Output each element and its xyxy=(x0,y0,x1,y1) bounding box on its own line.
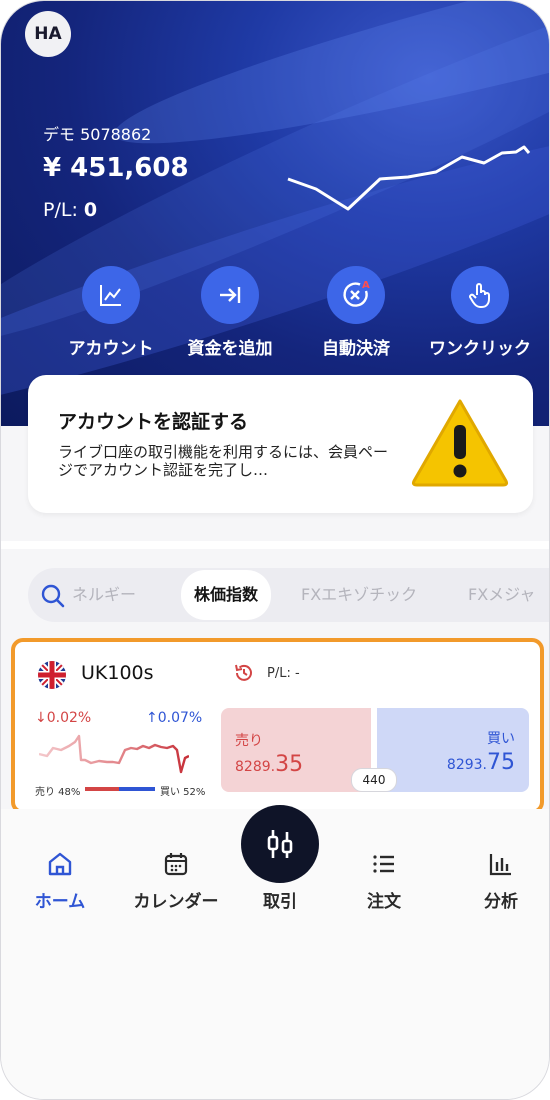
equity-sparkline xyxy=(287,145,531,211)
history-icon xyxy=(235,664,252,681)
category-tabs: ネルギー 株価指数 FXエキゾチック FXメジャ xyxy=(28,568,549,622)
verify-account-card[interactable]: アカウントを認証する ライブ口座の取引機能を利用するには、会員ページでアカウント… xyxy=(28,375,533,513)
tab-indices[interactable]: 株価指数 xyxy=(181,570,272,620)
bottom-nav: ホーム カレンダー 取引 注文 分析 xyxy=(1,805,549,1099)
verify-description: ライブ口座の取引機能を利用するには、会員ページでアカウント認証を完了し… xyxy=(58,443,389,479)
change-down: ↓0.02% xyxy=(35,710,92,726)
add-funds-button[interactable]: 資金を追加 xyxy=(160,266,300,359)
account-number: デモ 5078862 xyxy=(43,125,152,144)
change-up: ↑0.07% xyxy=(146,710,203,726)
list-icon xyxy=(329,849,439,879)
nav-analysis[interactable]: 分析 xyxy=(446,849,549,912)
tab-fx-exotic[interactable]: FXエキゾチック xyxy=(301,568,417,622)
uk-flag-icon xyxy=(38,661,66,689)
sentiment-sell: 売り 48% xyxy=(35,787,81,798)
account-pl: P/L: 0 xyxy=(43,199,98,221)
instrument-pl: P/L: - xyxy=(267,666,300,681)
instrument-card[interactable]: UK100s P/L: - ↓0.02% ↑0.07% 売り 48% 買い 52… xyxy=(11,638,544,814)
nav-trade-label: 取引 xyxy=(263,892,297,912)
auto-close-button[interactable]: A 自動決済 xyxy=(286,266,426,359)
instrument-symbol: UK100s xyxy=(81,662,154,684)
calendar-icon xyxy=(121,849,231,879)
tap-hand-icon xyxy=(451,266,509,324)
sentiment-sell-bar xyxy=(85,787,119,791)
search-icon[interactable] xyxy=(40,583,66,609)
sell-button[interactable]: 売り 8289.35 xyxy=(221,708,371,792)
deposit-arrow-icon xyxy=(201,266,259,324)
nav-home[interactable]: ホーム xyxy=(5,849,115,912)
one-click-button[interactable]: ワンクリック xyxy=(410,266,549,359)
account-hero: HA デモ 5078862 ¥ 451,608 P/L: 0 アカウント 資金を… xyxy=(1,1,549,426)
sentiment-buy-bar xyxy=(119,787,155,791)
account-balance: ¥ 451,608 xyxy=(43,153,189,183)
nav-calendar[interactable]: カレンダー xyxy=(121,849,231,912)
section-divider xyxy=(1,541,549,549)
warning-icon xyxy=(411,399,509,487)
buy-button[interactable]: 買い 8293.75 xyxy=(377,708,529,792)
svg-text:A: A xyxy=(362,280,370,291)
tab-energy[interactable]: ネルギー xyxy=(72,568,136,622)
home-icon xyxy=(5,849,115,879)
verify-title: アカウントを認証する xyxy=(58,411,249,433)
nav-orders[interactable]: 注文 xyxy=(329,849,439,912)
sentiment-buy: 買い 52% xyxy=(160,787,206,798)
auto-close-icon: A xyxy=(327,266,385,324)
chart-icon xyxy=(82,266,140,324)
sell-price: 8289.35 xyxy=(235,752,304,777)
buy-label: 買い xyxy=(487,731,515,747)
sell-label: 売り xyxy=(235,733,263,749)
price-sparkline xyxy=(39,734,189,774)
phone-frame: HA デモ 5078862 ¥ 451,608 P/L: 0 アカウント 資金を… xyxy=(0,0,550,1100)
buy-price: 8293.75 xyxy=(446,750,515,775)
spread-badge: 440 xyxy=(351,768,397,792)
bar-chart-icon xyxy=(446,849,549,879)
trade-button[interactable] xyxy=(241,805,319,883)
candlestick-icon xyxy=(267,830,293,858)
avatar[interactable]: HA xyxy=(25,11,71,57)
tab-fx-major[interactable]: FXメジャ xyxy=(468,568,535,622)
